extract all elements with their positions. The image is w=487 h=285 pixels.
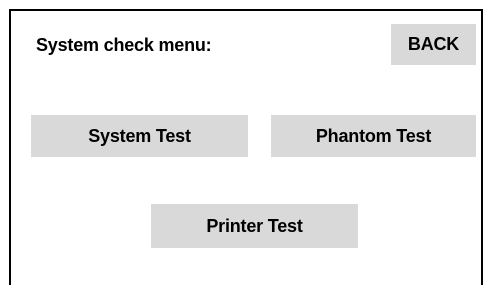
system-test-button[interactable]: System Test <box>31 115 248 157</box>
printer-test-label: Printer Test <box>206 215 303 236</box>
back-button-label: BACK <box>407 34 460 54</box>
back-button[interactable]: BACK <box>391 24 476 65</box>
phantom-test-button[interactable]: Phantom Test <box>271 115 476 157</box>
phantom-test-label: Phantom Test <box>315 125 432 146</box>
system-test-label: System Test <box>88 125 191 146</box>
printer-test-button[interactable]: Printer Test <box>151 204 358 248</box>
menu-title: System check menu: <box>36 35 212 55</box>
